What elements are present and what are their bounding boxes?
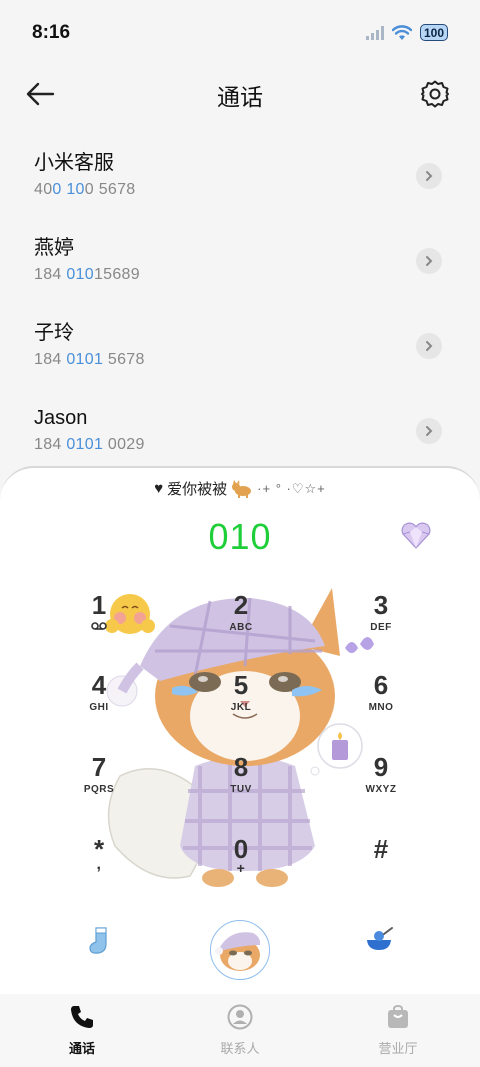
contact-number: 400 100 5678 [34,181,136,198]
title-bar: 通话 [0,64,480,124]
key-4[interactable]: 4 GHI [54,670,144,736]
chevron-right-icon[interactable] [416,248,442,274]
contact-number: 184 01015689 [34,266,140,283]
key-9[interactable]: 9 WXYZ [336,752,426,818]
store-bag-icon [388,1004,408,1028]
battery-indicator: 100 [419,24,448,41]
contact-name: 燕婷 [34,237,74,259]
key-6[interactable]: 6 MNO [336,670,426,736]
tab-label: 通话 [68,1041,95,1056]
banner-text: 爱你被被 [167,481,228,498]
key-5[interactable]: 5 JKL [196,670,286,736]
key-3[interactable]: 3 DEF [336,590,426,656]
blue-bowl-icon[interactable] [364,926,394,952]
gear-icon[interactable] [420,79,450,109]
chevron-right-icon[interactable] [416,418,442,444]
cat-avatar-icon [215,932,261,971]
dialer-panel: ♥ 爱你被被 ·+ ° ·♡☆+ 010 1 2 ABC 3 DEF 4 GHI… [0,466,480,994]
theme-banner: ♥ 爱你被被 ·+ ° ·♡☆+ [0,478,480,499]
chevron-right-icon[interactable] [416,333,442,359]
key-8[interactable]: 8 TUV [196,752,286,818]
key-7[interactable]: 7 PQRS [54,752,144,818]
phone-icon [71,1006,93,1028]
contact-number: 184 0101 5678 [34,351,145,368]
recent-contacts-list: 小米客服 400 100 5678 燕婷 184 01015689 子玲 184… [0,132,480,472]
contact-row[interactable]: 小米客服 400 100 5678 [0,132,480,217]
chevron-right-icon[interactable] [416,163,442,189]
contact-row[interactable]: 燕婷 184 01015689 [0,217,480,302]
contact-name: 小米客服 [34,152,114,174]
key-star[interactable]: *, [54,834,144,900]
voicemail-icon [54,622,144,633]
signal-icon [365,25,384,40]
contact-number: 184 0101 0029 [34,436,145,453]
bottom-tab-bar: 通话 联系人 营业厅 [0,994,480,1067]
dialer-actions [0,916,480,986]
contact-icon [227,1004,253,1030]
status-bar: 8:16 100 [0,0,480,64]
status-icons: 100 [365,24,448,41]
key-2[interactable]: 2 ABC [196,590,286,656]
key-1[interactable]: 1 [54,590,144,656]
sock-icon[interactable] [86,926,112,956]
black-heart-icon: ♥ [154,480,164,497]
tab-calls[interactable]: 通话 [32,1004,132,1057]
banner-decoration: ·+ ° ·♡☆+ [257,480,326,496]
status-time: 8:16 [32,22,71,43]
tab-contacts[interactable]: 联系人 [190,1004,290,1057]
contact-row[interactable]: Jason 184 0101 0029 [0,387,480,472]
heart-gem-icon[interactable] [400,522,432,550]
contact-row[interactable]: 子玲 184 0101 5678 [0,302,480,387]
tab-label: 营业厅 [378,1041,418,1056]
call-button[interactable] [210,920,270,980]
key-0[interactable]: 0 + [196,834,286,900]
cat-emoji-icon [232,479,252,498]
wifi-icon [391,24,412,40]
contact-name: Jason [34,407,88,429]
page-title: 通话 [217,84,263,110]
contact-name: 子玲 [34,322,74,344]
tab-store[interactable]: 营业厅 [348,1004,448,1057]
key-hash[interactable]: # [336,834,426,900]
tab-label: 联系人 [220,1041,260,1056]
